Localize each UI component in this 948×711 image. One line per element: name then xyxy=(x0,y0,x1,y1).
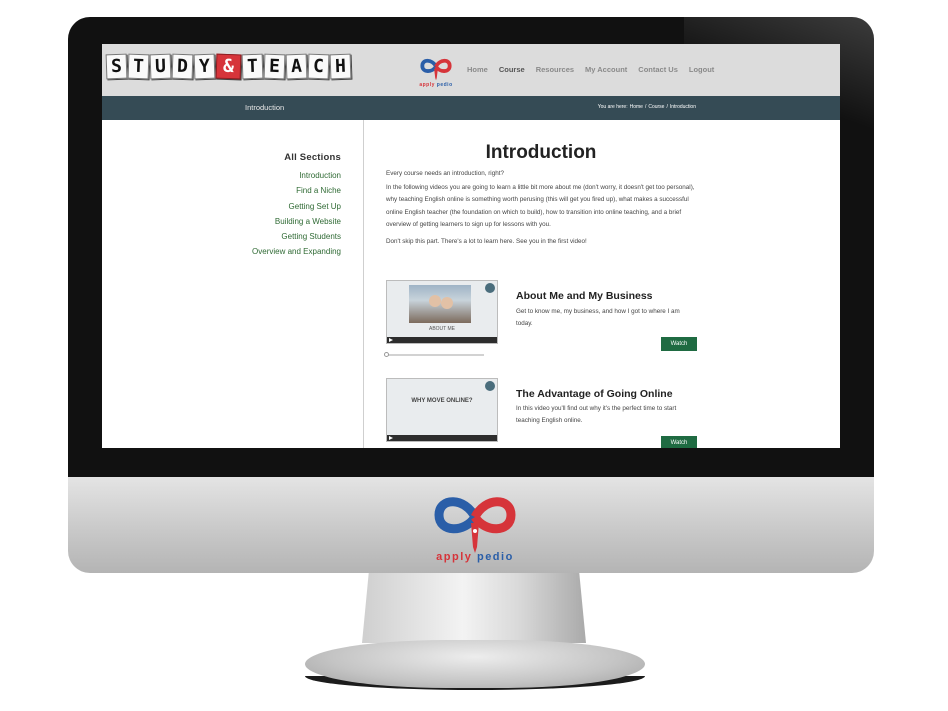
header-brand-wordmark: apply pedio xyxy=(419,82,453,88)
monitor-base xyxy=(305,640,645,688)
intro-paragraph: Don't skip this part. There's a lot to l… xyxy=(386,238,587,245)
thumbnail-caption: ABOUT ME xyxy=(428,326,456,332)
monitor-mockup: apply pedio S T U D Y & T E A C H apply … xyxy=(0,0,948,711)
thumbnail-photo xyxy=(409,285,471,323)
site-header: S T U D Y & T E A C H apply pedio Home C… xyxy=(102,44,840,96)
sections-sidebar: All Sections Introduction Find a Niche G… xyxy=(102,120,364,448)
logo-tile: S xyxy=(105,53,128,80)
sidebar-heading: All Sections xyxy=(284,152,341,163)
channel-badge-icon xyxy=(485,283,495,293)
logo-tile: Y xyxy=(193,53,216,80)
nav-contact-us[interactable]: Contact Us xyxy=(638,65,678,74)
progress-knob[interactable] xyxy=(384,352,389,357)
play-icon[interactable] xyxy=(389,436,393,440)
play-icon[interactable] xyxy=(389,338,393,342)
sidebar-item-getting-set-up[interactable]: Getting Set Up xyxy=(252,199,341,214)
watch-button[interactable]: Watch xyxy=(661,337,697,351)
video-thumbnail[interactable]: ABOUT ME xyxy=(386,280,498,344)
main-content: Introduction Every course needs an intro… xyxy=(366,120,840,448)
nav-resources[interactable]: Resources xyxy=(536,65,574,74)
logo-tile: C xyxy=(307,53,330,80)
nav-logout[interactable]: Logout xyxy=(689,65,714,74)
nav-course[interactable]: Course xyxy=(499,65,525,74)
top-navigation: Home Course Resources My Account Contact… xyxy=(467,65,714,74)
channel-badge-icon xyxy=(485,381,495,391)
sidebar-item-building-a-website[interactable]: Building a Website xyxy=(252,214,341,229)
logo-tile: & xyxy=(215,53,242,80)
page-title: Introduction xyxy=(485,142,597,163)
sidebar-item-find-a-niche[interactable]: Find a Niche xyxy=(252,183,341,198)
video-title[interactable]: About Me and My Business xyxy=(516,290,653,302)
video-title[interactable]: The Advantage of Going Online xyxy=(516,388,673,400)
intro-paragraph: Every course needs an introduction, righ… xyxy=(386,170,504,177)
logo-tile: D xyxy=(171,53,194,80)
watch-button[interactable]: Watch xyxy=(661,436,697,448)
title-bar-heading: Introduction xyxy=(245,103,285,112)
sidebar-item-overview-and-expanding[interactable]: Overview and Expanding xyxy=(252,244,341,259)
video-controls xyxy=(387,337,497,343)
nav-my-account[interactable]: My Account xyxy=(585,65,627,74)
monitor-stand xyxy=(362,573,586,643)
logo-tile: T xyxy=(241,53,264,80)
logo-tile: E xyxy=(263,53,286,80)
sidebar-item-introduction[interactable]: Introduction xyxy=(252,168,341,183)
browser-screen: S T U D Y & T E A C H apply pedio Home C… xyxy=(102,44,840,448)
logo-tile: T xyxy=(127,53,150,80)
video-controls xyxy=(387,435,497,441)
breadcrumb-prefix: You are here: xyxy=(597,104,628,110)
video-description: In this video you'll find out why it's t… xyxy=(516,405,677,424)
logo-tile: U xyxy=(149,53,172,80)
sidebar-list: Introduction Find a Niche Getting Set Up… xyxy=(252,168,341,260)
nav-home[interactable]: Home xyxy=(467,65,488,74)
breadcrumb: You are here: Home / Course / Introducti… xyxy=(597,104,696,110)
breadcrumb-course[interactable]: Course xyxy=(648,104,664,110)
chin-brand-wordmark: apply pedio xyxy=(436,551,514,563)
study-teach-logo[interactable]: S T U D Y & T E A C H xyxy=(105,53,352,80)
breadcrumb-home[interactable]: Home xyxy=(630,104,643,110)
page-title-bar: Introduction You are here: Home / Course… xyxy=(102,96,840,120)
intro-paragraph: In the following videos you are going to… xyxy=(386,184,695,228)
sidebar-item-getting-students[interactable]: Getting Students xyxy=(252,229,341,244)
video-progress-bar[interactable] xyxy=(384,352,484,357)
video-thumbnail[interactable]: WHY MOVE ONLINE? xyxy=(386,378,498,442)
logo-tile: A xyxy=(285,53,308,80)
logo-tile: H xyxy=(329,53,352,80)
breadcrumb-current: Introduction xyxy=(669,104,696,110)
thumbnail-caption: WHY MOVE ONLINE? xyxy=(411,398,473,404)
video-description: Get to know me, my business, and how I g… xyxy=(516,308,680,327)
